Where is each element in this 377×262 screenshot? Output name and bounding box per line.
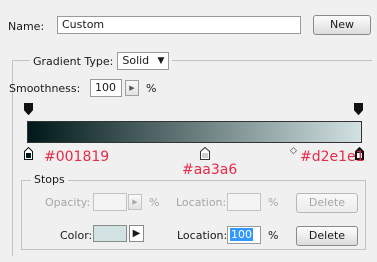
color-midpoint-stop[interactable] xyxy=(200,146,210,163)
new-button[interactable]: New xyxy=(313,15,371,35)
color-label: Color: xyxy=(60,229,93,242)
color-swatch[interactable] xyxy=(93,225,127,242)
opacity-stop-left[interactable] xyxy=(24,103,33,118)
color-location-label: Location: xyxy=(177,229,228,242)
color-location-input[interactable]: 100 xyxy=(227,226,261,244)
smoothness-label: Smoothness: xyxy=(9,82,81,95)
chevron-down-icon: ▼ xyxy=(157,56,165,66)
opacity-stop-icon xyxy=(24,103,33,116)
start-color-annotation: #001819 xyxy=(44,149,110,165)
opacity-stop-right[interactable] xyxy=(354,103,363,118)
smoothness-stepper[interactable]: ▶ xyxy=(125,80,139,96)
stops-title: Stops xyxy=(31,173,68,186)
name-label: Name: xyxy=(8,20,45,33)
color-location-value: 100 xyxy=(230,228,253,241)
gradient-preview-bar[interactable] xyxy=(27,121,362,143)
opacity-stepper[interactable]: ▶ xyxy=(128,194,142,210)
gradient-type-select[interactable]: Solid ▼ xyxy=(117,52,170,70)
gradient-type-label: Gradient Type: xyxy=(33,54,114,68)
opacity-input[interactable] xyxy=(93,193,127,211)
color-location-unit: % xyxy=(268,229,279,242)
delete-color-stop-button[interactable]: Delete xyxy=(296,226,358,246)
color-menu-arrow-icon[interactable]: ▶ xyxy=(129,225,144,242)
midpoint-diamond-icon[interactable]: ◇ xyxy=(290,146,297,156)
opacity-location-label: Location: xyxy=(176,196,227,209)
gradient-type-value: Solid xyxy=(122,54,150,67)
smoothness-unit: % xyxy=(146,82,157,95)
color-stop-icon xyxy=(24,146,33,160)
color-stop-left[interactable] xyxy=(24,146,33,163)
opacity-stop-icon xyxy=(354,103,363,116)
delete-opacity-stop-button[interactable]: Delete xyxy=(296,193,358,213)
smoothness-input[interactable]: 100 xyxy=(90,79,122,97)
gradient-type-row: Gradient Type: Solid ▼ xyxy=(30,52,173,70)
opacity-location-unit: % xyxy=(268,196,279,209)
opacity-unit: % xyxy=(149,196,160,209)
end-color-annotation: #d2e1e1 xyxy=(300,149,365,165)
color-stop-icon xyxy=(200,146,210,160)
midpoint-color-annotation: #aa3a6 xyxy=(182,162,238,178)
opacity-location-input[interactable] xyxy=(227,193,261,211)
name-input[interactable]: Custom xyxy=(57,16,301,34)
opacity-label: Opacity: xyxy=(45,196,91,209)
